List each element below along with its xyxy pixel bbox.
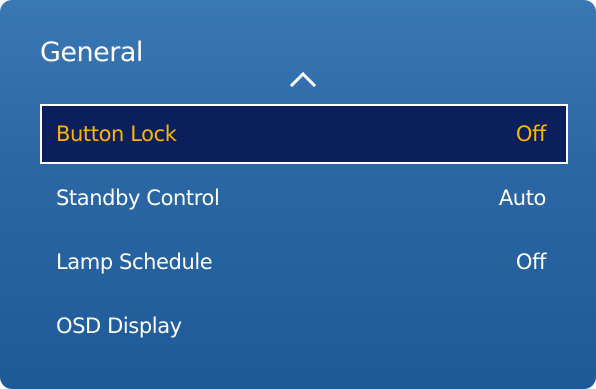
settings-panel: General Button Lock Off Standby Control …: [0, 0, 596, 389]
menu-item-label: Button Lock: [56, 122, 177, 146]
menu-item-standby-control[interactable]: Standby Control Auto: [40, 168, 568, 228]
chevron-up-icon[interactable]: [286, 68, 320, 90]
menu-item-label: Lamp Schedule: [56, 250, 213, 274]
menu-item-value: Off: [515, 250, 547, 274]
menu-item-osd-display[interactable]: OSD Display: [40, 296, 568, 356]
menu-item-label: OSD Display: [56, 314, 182, 338]
menu-item-value: Off: [515, 122, 547, 146]
menu-item-lamp-schedule[interactable]: Lamp Schedule Off: [40, 232, 568, 292]
menu-item-label: Standby Control: [56, 186, 220, 210]
settings-menu: Button Lock Off Standby Control Auto Lam…: [40, 104, 568, 356]
panel-title: General: [40, 37, 143, 68]
menu-item-button-lock[interactable]: Button Lock Off: [40, 104, 568, 164]
menu-item-value: Auto: [498, 186, 547, 210]
